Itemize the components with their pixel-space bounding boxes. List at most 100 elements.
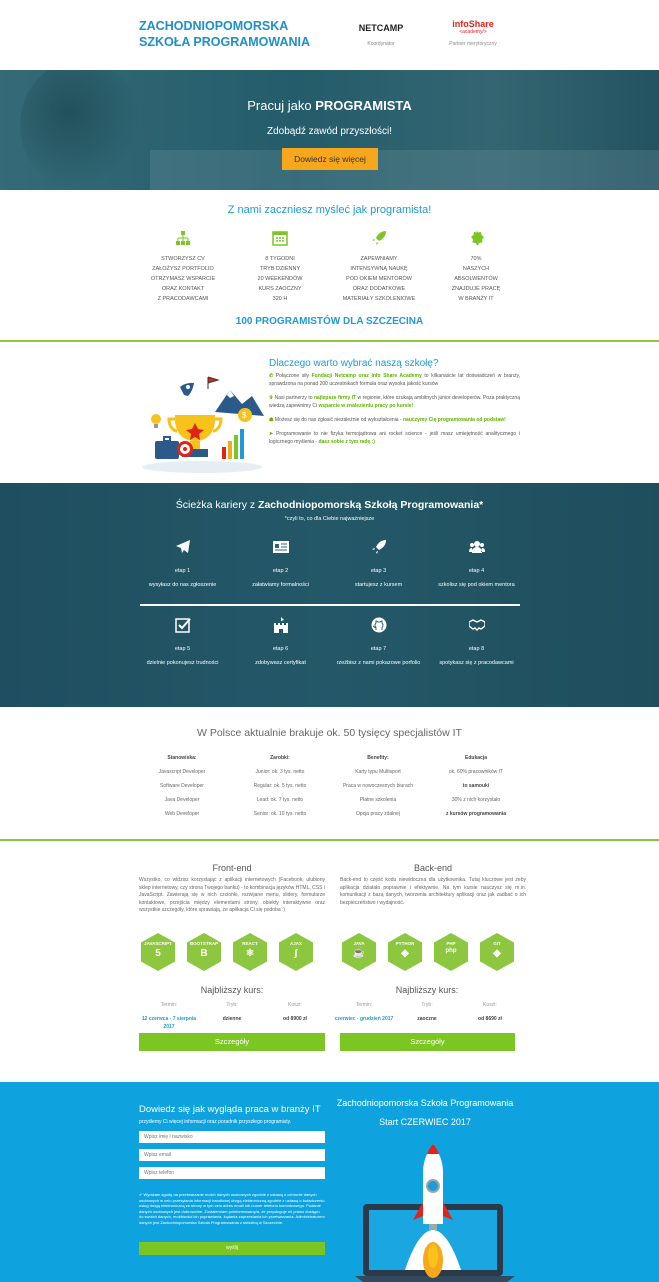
contact-subtitle: przyślemy Ci więcej informacji oraz pora… [139,1119,292,1125]
backend-details-button[interactable]: Szczegóły [340,1033,515,1051]
handshake-icon [468,619,485,631]
brand-line-1: ZACHODNIOPOMORSKA [139,19,289,33]
why-point-4: ➤ Programowanie to nie fizyka termojądro… [269,431,520,445]
why-point-3: ☗ Możesz się do nas zgłosić niezależnie … [269,417,506,423]
java-icon: ☕ [352,948,366,959]
java-badge: JAVA ☕ [342,933,376,971]
partner-role: Koordynator [367,41,395,47]
backend-next-course-label: Najbliższy kurs: [395,985,459,995]
career-step-1: etap 1 wysyłasz do nas zgłoszenie [130,539,235,589]
backend-title: Back-end [413,863,453,873]
market-section: W Polsce aktualnie brakuje ok. 50 tysięc… [0,707,659,839]
career-step-6: etap 6 zdobywasz certyfikat [228,617,333,667]
trophy-illustration: $ [142,376,264,473]
feature-graduates: 70% NASZYCH ABSOLWENTÓW ZNAJDUJE PRACĘ W BRA… [436,230,516,304]
react-icon: ⚛ [245,948,255,959]
site-header: ZACHODNIOPOMORSKA SZKOŁA PROGRAMOWANIA N… [0,0,659,70]
python-badge: PYTHON ◈ [388,933,422,971]
php-badge: PHP php [434,933,468,971]
market-col-positions: Stanowiska: Javascript Developer Software … [158,755,206,817]
why-point-2: ✞ Nasi partnerzy to najlepsze firmy IT w… [269,395,520,409]
backend-tech-badges: JAVA ☕ PYTHON ◈ PHP php GIT ◆ [342,933,514,971]
laptop-rocket-illustration [355,1144,515,1282]
why-text: ✆ Połączone siły Fundacji Netcamp oraz I… [269,372,520,452]
market-col-education: Edukacja ok. 60% pracowników IT to samouki… [445,755,506,817]
backend-description: Back-end to część kodu niewidoczna dla u… [340,877,526,906]
feature-schedule: 8 TYGODNI TRYB DZIENNY 20 WEEKENDÓW KURS ZA… [240,230,320,304]
feature-mentors: ZAPEWNIAMY INTENSYWNĄ NAUKĘ POD OKIEM MENT… [339,230,419,304]
netcamp-logo: NETCAMP [358,23,404,33]
python-icon: ◈ [401,948,409,959]
infoshare-logo: infoShare <academy/> [452,19,494,36]
react-badge: REACT ⚛ [233,933,267,971]
career-step-5: etap 5 dzielnie pokonujesz trudności [130,617,235,667]
hero-banner: Pracuj jako PROGRAMISTA Zdobądź zawód pr… [0,70,659,190]
hero-subtitle: Zdobądź zawód przyszłości! [266,126,393,137]
frontend-course: Front-end Wszystko, co widzisz korzystaj… [139,863,325,915]
ajax-badge: AJAX ∫ [279,933,313,971]
partner-infoshare[interactable]: infoShare <academy/> Partner merytoryczn… [433,18,513,48]
frontend-next-course-label: Najbliższy kurs: [200,985,264,995]
frontend-tech-badges: JAVASCRIPT 5 BOOTSTRAP B REACT ⚛ AJAX ∫ [141,933,313,971]
consent-checkbox-text[interactable]: ✔ Wyrażam zgodę na przetwarzanie moich d… [139,1192,325,1225]
bootstrap-icon: B [200,948,208,959]
features-tagline: 100 PROGRAMISTÓW DLA SZCZECINA [235,316,424,327]
why-section: $ Dlaczego warto wybrać naszą szkołę? ✆ … [0,342,659,483]
bootstrap-badge: BOOTSTRAP B [187,933,221,971]
svg-text:$: $ [242,411,247,420]
php-icon: php [445,948,457,954]
partner-role: Partner merytoryczny [449,41,497,47]
career-path-section: Ścieżka kariery z Zachodniopomorską Szko… [0,483,659,707]
features-section: Z nami zaczniesz myśleć jak programista!… [0,190,659,340]
brand-line-2: SZKOŁA PROGRAMOWANIA [139,35,311,49]
checkbox-icon [174,618,191,633]
javascript-badge: JAVASCRIPT 5 [141,933,175,971]
features-heading: Z nami zaczniesz myśleć jak programista! [227,204,432,216]
phone-input[interactable] [139,1167,325,1179]
hero-title: Pracuj jako PROGRAMISTA [247,98,412,113]
career-step-2: etap 2 załatwiamy formalności [228,539,333,589]
frontend-description: Wszystko, co widzisz korzystając z aplik… [139,877,325,913]
github-icon [371,617,386,633]
name-input[interactable] [139,1131,325,1143]
start-date: Start CZERWIEC 2017 [379,1117,471,1127]
career-step-4: etap 4 szkolisz się pod okiem mentora [424,539,529,589]
id-card-icon [272,541,289,553]
feature-cv: STWORZYSZ CV ZAŁOŻYSZ PORTFOLIO OTRZYMASZ … [143,230,223,304]
frontend-course-table: Termin: 12 czerwca - 7 sierpnia 2017 Tryb… [141,1002,307,1030]
market-col-benefits: Benefity: Karty typu Multisport Praca w no… [342,755,414,817]
career-heading: Ścieżka kariery z Zachodniopomorską Szko… [175,499,484,511]
group-icon [468,541,485,553]
learn-more-button[interactable]: Dowiedz się więcej [282,148,378,170]
submit-button[interactable]: wyślij [139,1242,325,1255]
html5-icon: 5 [155,948,161,959]
contact-section: Dowiedz się jak wygląda praca w branży I… [0,1082,659,1282]
backend-course: Back-end Back-end to część kodu niewidoc… [340,863,526,907]
git-icon: ◆ [493,948,501,959]
calendar-icon [272,231,288,246]
git-badge: GIT ◆ [480,933,514,971]
brand-logo[interactable]: ZACHODNIOPOMORSKA SZKOŁA PROGRAMOWANIA [139,18,310,50]
rocket-icon [372,231,386,245]
market-heading: W Polsce aktualnie brakuje ok. 50 tysięc… [197,727,462,739]
career-divider [140,604,520,606]
backend-course-table: Termin: czerwiec - grudzień 2017 Tryb: zao… [334,1002,502,1022]
courses-section: Front-end Wszystko, co widzisz korzystaj… [0,841,659,1082]
school-name: Zachodniopomorska Szkoła Programowania [336,1098,514,1108]
org-chart-icon [176,231,190,245]
paper-plane-icon [175,540,190,553]
ajax-icon: ∫ [294,948,298,959]
why-heading: Dlaczego warto wybrać naszą szkołę? [269,358,439,369]
frontend-title: Front-end [212,863,252,873]
castle-icon [273,617,288,633]
why-point-1: ✆ Połączone siły Fundacji Netcamp oraz I… [269,373,520,387]
frontend-details-button[interactable]: Szczegóły [139,1033,325,1051]
rocket-icon [371,540,386,554]
email-input[interactable] [139,1149,325,1161]
contact-heading: Dowiedz się jak wygląda praca w branży I… [139,1104,321,1115]
career-step-8: etap 8 spotykasz się z pracodawcami [424,617,529,667]
career-step-7: etap 7 rzeźbisz z nami pokazowe porfolio [326,617,431,667]
market-col-salary: Zarobki: Junior: ok. 3 tys. netto Regular:… [253,755,307,817]
badge-icon [471,230,484,246]
partner-netcamp[interactable]: NETCAMP Koordynator [341,18,421,47]
